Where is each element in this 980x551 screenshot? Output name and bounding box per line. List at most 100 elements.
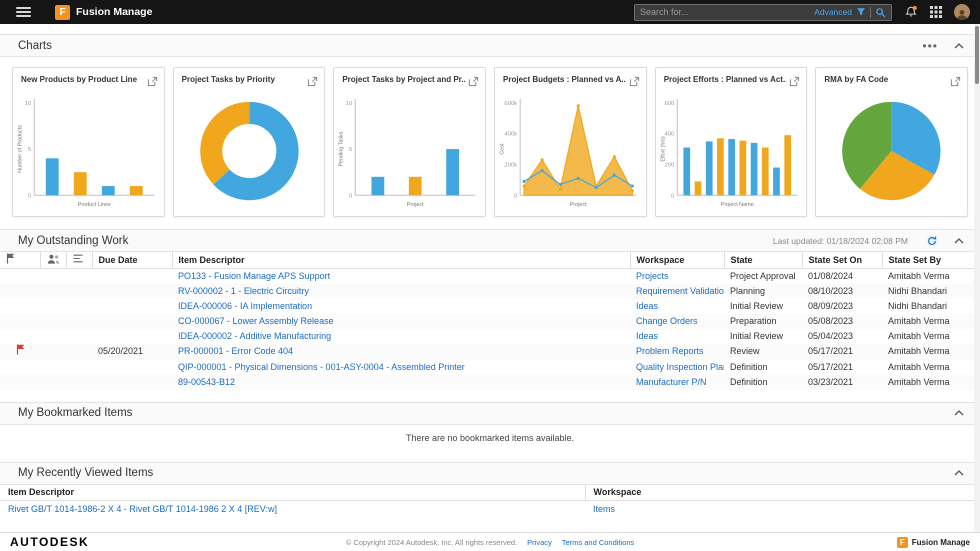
workspace-cell: Quality Inspection Plans xyxy=(630,360,724,375)
search-box[interactable]: Advanced xyxy=(634,4,892,21)
item-descriptor-cell: CO-000067 - Lower Assembly Release xyxy=(172,314,630,329)
notifications-bell-icon[interactable] xyxy=(904,5,918,19)
state-cell: Review xyxy=(724,344,802,360)
table-row: Rivet GB/T 1014-1986-2 X 4 - Rivet GB/T … xyxy=(0,501,980,518)
recent-header-row: Item DescriptorWorkspace xyxy=(0,485,980,501)
state-set-on-cell: 08/10/2023 xyxy=(802,284,882,299)
state-cell: Definition xyxy=(724,360,802,375)
collapse-chevron-icon[interactable] xyxy=(954,238,964,244)
item-link[interactable]: RV-000002 - 1 - Electric Circuitry xyxy=(178,286,309,296)
outstanding-section-header: My Outstanding Work Last updated: 01/18/… xyxy=(0,229,980,252)
outstanding-header-row: Due DateItem DescriptorWorkspaceStateSta… xyxy=(0,252,980,268)
item-link[interactable]: IDEA-000006 - IA Implementation xyxy=(178,301,312,311)
workspace-link[interactable]: Change Orders xyxy=(636,316,698,326)
advanced-search-link[interactable]: Advanced xyxy=(814,7,852,17)
privacy-link[interactable]: Privacy xyxy=(527,538,552,547)
workspace-cell: Items xyxy=(585,501,980,518)
outstanding-section-title: My Outstanding Work xyxy=(18,235,128,247)
footer: AUTODESK © Copyright 2024 Autodesk, Inc.… xyxy=(0,532,980,551)
column-header[interactable]: State Set On xyxy=(802,252,882,268)
terms-link[interactable]: Terms and Conditions xyxy=(562,538,635,547)
item-link[interactable]: QIP-000001 - Physical Dimensions - 001-A… xyxy=(178,362,465,372)
column-header[interactable]: State xyxy=(724,252,802,268)
type-cell xyxy=(66,360,92,375)
users-column-icon[interactable] xyxy=(40,252,66,268)
fusion-manage-logo-icon[interactable]: F xyxy=(55,5,70,20)
collapse-chevron-icon[interactable] xyxy=(954,410,964,416)
column-header[interactable]: State Set By xyxy=(882,252,980,268)
workspace-link[interactable]: Manufacturer P/N xyxy=(636,377,707,387)
item-link[interactable]: IDEA-000002 - Additive Manufacturing xyxy=(178,331,331,341)
assignee-cell xyxy=(40,375,66,390)
chart-card: Project Tasks by Project and Pr...0510Pe… xyxy=(333,67,486,217)
state-cell: Initial Review xyxy=(724,299,802,314)
state-set-by-cell: Amitabh Verma xyxy=(882,329,980,344)
bookmarked-section-header: My Bookmarked Items xyxy=(0,402,980,425)
workspace-cell: Manufacturer P/N xyxy=(630,375,724,390)
type-cell xyxy=(66,344,92,360)
expand-icon[interactable] xyxy=(468,74,479,92)
table-row: RV-000002 - 1 - Electric Circuitry Requir… xyxy=(0,284,980,299)
workspace-link[interactable]: Ideas xyxy=(636,301,658,311)
chart-canvas xyxy=(174,93,325,213)
item-link[interactable]: Rivet GB/T 1014-1986-2 X 4 - Rivet GB/T … xyxy=(8,504,277,514)
item-descriptor-cell: IDEA-000006 - IA Implementation xyxy=(172,299,630,314)
scrollbar-thumb[interactable] xyxy=(975,26,979,84)
flag-cell xyxy=(0,375,40,390)
column-header[interactable]: Item Descriptor xyxy=(172,252,630,268)
workspace-link[interactable]: Problem Reports xyxy=(636,346,704,356)
workspace-link[interactable]: Requirement Validations xyxy=(636,286,724,296)
flag-cell xyxy=(0,344,40,360)
search-input[interactable] xyxy=(640,7,810,17)
svg-text:400k: 400k xyxy=(504,132,517,138)
hamburger-menu-icon[interactable] xyxy=(16,7,31,17)
collapse-chevron-icon[interactable] xyxy=(954,470,964,476)
state-set-on-cell: 05/17/2021 xyxy=(802,360,882,375)
workspace-link[interactable]: Quality Inspection Plans xyxy=(636,362,724,372)
item-descriptor-cell: QIP-000001 - Physical Dimensions - 001-A… xyxy=(172,360,630,375)
state-set-by-cell: Amitabh Verma xyxy=(882,375,980,390)
collapse-chevron-icon[interactable] xyxy=(954,43,964,49)
item-link[interactable]: 89-00543-B12 xyxy=(178,377,235,387)
chart-title: Project Efforts : Planned vs Act... xyxy=(664,74,787,85)
column-header[interactable]: Due Date xyxy=(92,252,172,268)
flag-column-icon[interactable] xyxy=(0,252,40,268)
expand-icon[interactable] xyxy=(629,74,640,92)
state-set-by-cell: Nidhi Bhandari xyxy=(882,284,980,299)
column-header[interactable]: Workspace xyxy=(630,252,724,268)
user-avatar[interactable] xyxy=(954,4,970,20)
column-header[interactable]: Item Descriptor xyxy=(0,485,585,501)
rows-column-icon[interactable] xyxy=(66,252,92,268)
expand-icon[interactable] xyxy=(147,74,158,92)
expand-icon[interactable] xyxy=(789,74,800,92)
flag-cell xyxy=(0,268,40,284)
workspace-cell: Change Orders xyxy=(630,314,724,329)
outstanding-table: Due DateItem DescriptorWorkspaceStateSta… xyxy=(0,252,980,390)
more-options-icon[interactable]: ••• xyxy=(922,42,938,50)
column-header[interactable]: Workspace xyxy=(585,485,980,501)
svg-text:600k: 600k xyxy=(504,101,517,107)
item-link[interactable]: CO-000067 - Lower Assembly Release xyxy=(178,316,334,326)
workspace-link[interactable]: Ideas xyxy=(636,331,658,341)
item-link[interactable]: PO133 - Fusion Manage APS Support xyxy=(178,271,330,281)
search-icon[interactable] xyxy=(875,7,886,18)
apps-grid-icon[interactable] xyxy=(930,6,942,18)
expand-icon[interactable] xyxy=(950,74,961,92)
filter-icon[interactable] xyxy=(856,7,866,17)
svg-text:10: 10 xyxy=(346,101,353,107)
workspace-link[interactable]: Items xyxy=(593,504,615,514)
charts-section-title: Charts xyxy=(18,40,52,52)
bookmarked-empty-message: There are no bookmarked items available. xyxy=(0,425,980,452)
item-descriptor-cell: RV-000002 - 1 - Electric Circuitry xyxy=(172,284,630,299)
flag-cell xyxy=(0,329,40,344)
table-row: 89-00543-B12Manufacturer P/NDefinition03… xyxy=(0,375,980,390)
due-date-cell xyxy=(92,314,172,329)
refresh-icon[interactable] xyxy=(926,235,938,247)
expand-icon[interactable] xyxy=(307,74,318,92)
workspace-link[interactable]: Projects xyxy=(636,271,669,281)
item-link[interactable]: PR-000001 - Error Code 404 xyxy=(178,346,293,356)
scrollbar[interactable] xyxy=(974,24,980,532)
charts-row: New Products by Product Line0510Number o… xyxy=(0,57,980,229)
svg-text:5: 5 xyxy=(349,147,353,153)
state-set-by-cell: Nidhi Bhandari xyxy=(882,299,980,314)
